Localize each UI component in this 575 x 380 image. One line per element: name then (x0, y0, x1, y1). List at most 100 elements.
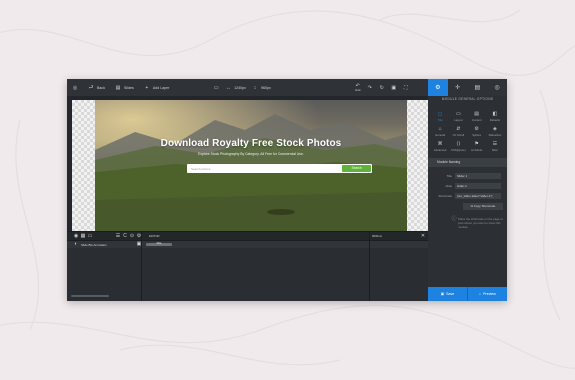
add-layer-label: Add Layer (152, 85, 170, 90)
panel-footer: ▣ Save ⌕ Preview (428, 287, 507, 301)
close-icon[interactable]: ✕ (420, 233, 426, 239)
panel-heading: MODULE GENERAL OPTIONS (441, 97, 494, 101)
plus-icon: + (145, 84, 149, 91)
option-label: Title (437, 118, 443, 122)
timeline-marker-label: EDITOR (149, 234, 160, 238)
hero-subtitle[interactable]: Explore Stock Photography By Category. A… (95, 152, 407, 156)
option-on-scroll[interactable]: ⇵ On Scroll (449, 126, 467, 137)
save-button[interactable]: ▣ Save (428, 287, 467, 301)
option-sprites[interactable]: ⚙ Sprites (468, 126, 486, 137)
preview-icon[interactable]: ▣ (391, 85, 397, 91)
search-button[interactable]: Search (342, 165, 371, 172)
shortcode-field: Shortcode [rev_slider alias="slider-1"] (428, 192, 507, 199)
preview-label: Preview (483, 292, 496, 296)
tab-layer[interactable]: ◎ (487, 79, 507, 96)
back-label: Back (97, 85, 105, 90)
move-icon: ✛ (455, 85, 461, 91)
options-grid: ◻ Title ▭ Layout ▤ Content ◧ Defaults ⌂ General ⇵ O… (431, 111, 504, 152)
info-icon: ⓘ (451, 216, 457, 222)
back-button[interactable]: ⮐ Back (88, 85, 105, 91)
save-label: Save (446, 292, 455, 296)
settings-panel: ⚙ ✛ ▤ ◎ MODULE GENERAL OPTIONS ◻ Title ▭ La… (428, 79, 507, 301)
slide-background-image[interactable]: Download Royalty Free Stock Photos Explo… (95, 100, 407, 231)
slides-button[interactable]: ▤ Slides (115, 85, 134, 91)
option-icon: ☰ (492, 141, 498, 147)
monitor-icon: ▭ (213, 84, 219, 91)
timeline-panel: ◉ ▦ ▭ ☰ C ⊙ ⚙ EDITOR 9000ms ✕ ◐ Slide BG… (67, 231, 428, 301)
option-icon: ▤ (474, 111, 479, 117)
option-slideshow[interactable]: ◈ Slideshow (486, 126, 504, 137)
undo-label: Undo (354, 89, 361, 92)
option-label: CSS/jQuery (450, 148, 466, 152)
alias-input[interactable]: slider-1 (455, 182, 501, 189)
hero-search-box[interactable]: Search photos Search (187, 164, 372, 173)
title-input[interactable]: Slider 1 (455, 172, 501, 179)
timeline-divider (369, 232, 370, 301)
shortcode-label: Shortcode (438, 193, 452, 198)
alias-field: Alias slider-1 (428, 182, 507, 189)
copy-shortcode-label: Copy Shortcode (473, 204, 496, 208)
slides-tab-icon: ▤ (474, 85, 481, 91)
option-icon: ◻ (438, 111, 443, 117)
wordpress-icon[interactable]: ◎ (72, 85, 78, 91)
option-label: Slideshow (488, 133, 502, 137)
option-icon: ⚙ (474, 126, 479, 132)
option-css-jquery[interactable]: ⟨⟩ CSS/jQuery (449, 141, 467, 152)
height-value: 960px (260, 85, 271, 90)
option-icon: ⇵ (456, 126, 461, 132)
gear-icon: ⚙ (435, 85, 441, 91)
option-label: General (435, 133, 446, 137)
history-icon[interactable]: ↻ (379, 85, 385, 91)
option-label: Layout (454, 118, 463, 122)
search-icon: ⌕ (479, 292, 482, 296)
section-module-naming[interactable]: Module Naming (428, 158, 507, 167)
option-icon: ⌂ (438, 126, 442, 132)
hero-title[interactable]: Download Royalty Free Stock Photos (95, 138, 407, 149)
preview-button[interactable]: ⌕ Preview (467, 287, 507, 301)
option-label: Content (471, 118, 482, 122)
slides-label: Slides (124, 85, 134, 90)
undo-button[interactable]: ↶ Undo (355, 83, 361, 92)
height-field[interactable]: ↕ 960px (252, 85, 271, 91)
option-label: Art Mode (470, 148, 483, 152)
option-label: On Scroll (452, 133, 465, 137)
shortcode-note: Place the shortcode on the page or post … (458, 217, 503, 229)
option-general[interactable]: ⌂ General (431, 126, 449, 137)
timeline-bar[interactable]: Slide (146, 243, 172, 246)
shortcode-input[interactable]: [rev_slider alias="slider-1"] (455, 192, 501, 199)
slide-canvas[interactable]: Download Royalty Free Stock Photos Explo… (72, 100, 428, 231)
option-misc[interactable]: ☰ Misc (486, 141, 504, 152)
redo-icon[interactable]: ↷ (367, 85, 373, 91)
back-arrow-icon: ⮐ (88, 84, 94, 91)
option-icon: ◈ (492, 126, 497, 132)
timeline-layer-column (67, 232, 142, 301)
add-layer-button[interactable]: + Add Layer (144, 85, 169, 91)
option-content[interactable]: ▤ Content (468, 111, 486, 122)
width-field[interactable]: ↔ 1240px (225, 85, 246, 91)
section-title: Module Naming (437, 160, 461, 164)
option-layout[interactable]: ▭ Layout (449, 111, 467, 122)
expand-icon[interactable]: ⛶ (403, 85, 409, 91)
height-icon: ↕ (253, 84, 257, 91)
option-icon: ⌘ (437, 141, 443, 147)
option-icon: ▭ (456, 111, 461, 117)
tab-slide[interactable]: ▤ (468, 79, 488, 96)
copy-shortcode-button[interactable]: ⧉ Copy Shortcode (463, 203, 503, 210)
device-desktop[interactable]: ▭ (213, 85, 219, 91)
editor-window: ◎ ⮐ Back ▤ Slides + Add Layer ▭ ↔ 1240px… (67, 79, 507, 301)
tab-navigation[interactable]: ✛ (448, 79, 468, 96)
search-placeholder: Search photos (191, 166, 211, 171)
option-art-mode[interactable]: ⚑ Art Mode (468, 141, 486, 152)
timeline-scrollbar[interactable] (71, 295, 109, 297)
option-label: Advanced (433, 148, 447, 152)
title-field: Title Slider 1 (428, 172, 507, 179)
option-title[interactable]: ◻ Title (431, 111, 449, 122)
timeline-end-label: 9000ms (372, 234, 382, 238)
timeline-bar-label: Slide (156, 243, 162, 245)
tab-module-settings[interactable]: ⚙ (428, 79, 448, 96)
option-defaults[interactable]: ◧ Defaults (486, 111, 504, 122)
settings-tabs: ⚙ ✛ ▤ ◎ (428, 79, 507, 96)
option-label: Sprites (472, 133, 481, 137)
option-label: Misc (492, 148, 498, 152)
option-advanced[interactable]: ⌘ Advanced (431, 141, 449, 152)
